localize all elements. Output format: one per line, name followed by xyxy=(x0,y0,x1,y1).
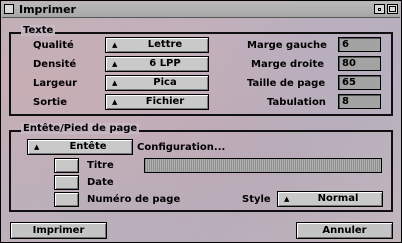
label-tabulation: Tabulation xyxy=(267,97,326,108)
header-footer-legend: Entête/Pied de page xyxy=(21,123,140,134)
configuration-field[interactable] xyxy=(144,158,382,173)
label-qualite: Qualité xyxy=(33,40,74,51)
texte-legend: Texte xyxy=(21,25,56,36)
cycle-arrow-icon: ▲ xyxy=(112,41,118,49)
cycle-arrow-icon: ▲ xyxy=(112,60,118,68)
label-largeur: Largeur xyxy=(33,78,78,89)
label-sortie: Sortie xyxy=(33,97,67,108)
largeur-selector[interactable]: ▲ Pica xyxy=(105,75,209,91)
tabulation-field[interactable]: 8 xyxy=(338,94,381,109)
label-taille-page: Taille de page xyxy=(247,78,326,89)
numero-page-checkbox[interactable] xyxy=(54,192,79,207)
cycle-arrow-icon: ▲ xyxy=(34,143,40,151)
print-dialog: Imprimer Texte Qualité ▲ Lettre Densité … xyxy=(0,0,402,243)
label-marge-droite: Marge droite xyxy=(251,59,325,70)
cycle-arrow-icon: ▲ xyxy=(112,79,118,87)
label-marge-gauche: Marge gauche xyxy=(247,40,327,51)
numero-page-label: Numéro de page xyxy=(87,194,181,205)
configuration-label: Configuration... xyxy=(137,142,226,153)
marge-droite-field[interactable]: 80 xyxy=(338,56,381,71)
sortie-selector[interactable]: ▲ Fichier xyxy=(105,94,209,110)
date-checkbox[interactable] xyxy=(54,175,79,190)
titre-label: Titre xyxy=(87,160,114,171)
label-densite: Densité xyxy=(33,59,77,70)
annuler-button[interactable]: Annuler xyxy=(296,222,393,239)
imprimer-button[interactable]: Imprimer xyxy=(10,222,107,239)
densite-selector[interactable]: ▲ 6 LPP xyxy=(105,56,209,72)
marge-gauche-field[interactable]: 6 xyxy=(338,37,381,52)
header-footer-selector[interactable]: ▲ Entête xyxy=(27,139,133,155)
maximize-icon[interactable] xyxy=(387,4,398,14)
cycle-arrow-icon: ▲ xyxy=(112,98,118,106)
date-label: Date xyxy=(87,177,114,188)
close-box-icon[interactable] xyxy=(4,4,14,14)
title-bar[interactable]: Imprimer xyxy=(2,2,400,18)
qualite-selector[interactable]: ▲ Lettre xyxy=(105,37,209,53)
style-label: Style xyxy=(242,194,271,205)
window-title: Imprimer xyxy=(19,3,76,16)
minimize-icon[interactable] xyxy=(374,4,385,14)
taille-page-field[interactable]: 65 xyxy=(338,75,381,90)
cycle-arrow-icon: ▲ xyxy=(284,195,290,203)
titre-checkbox[interactable] xyxy=(54,158,79,173)
style-selector[interactable]: ▲ Normal xyxy=(277,191,383,207)
